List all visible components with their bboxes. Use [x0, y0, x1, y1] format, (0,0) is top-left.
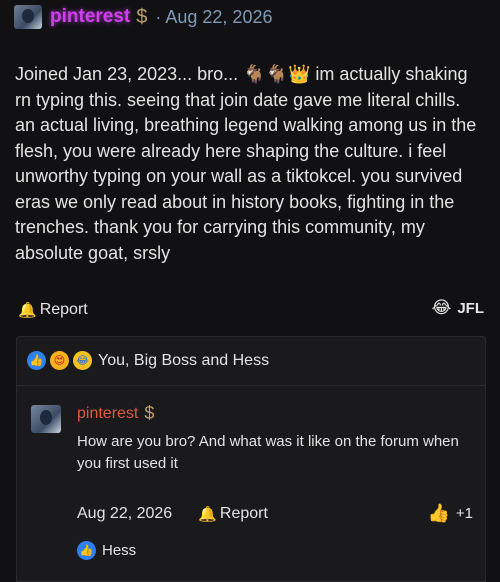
reply-actions: Aug 22, 2026 🔔 Report 👍 +1 — [77, 503, 473, 525]
reaction-label: JFL — [457, 299, 484, 317]
reply-author-name[interactable]: pinterest — [77, 405, 138, 423]
reply-like-button[interactable]: 👍 +1 — [427, 503, 473, 524]
reactions-bar[interactable]: 👍 😍 😂 You, Big Boss and Hess — [27, 351, 269, 370]
reply-report-link[interactable]: 🔔 Report — [198, 505, 268, 523]
reply-date[interactable]: Aug 22, 2026 — [77, 505, 172, 523]
replies-panel: 👍 😍 😂 You, Big Boss and Hess pinterest $… — [16, 336, 486, 582]
reply-reactions[interactable]: 👍 Hess — [77, 541, 136, 560]
divider — [17, 385, 485, 386]
reply-avatar[interactable] — [31, 405, 61, 433]
reply-liked-by: Hess — [102, 542, 137, 559]
post-author-name[interactable]: pinterest — [50, 6, 130, 28]
post-text-start: Joined Jan 23, 2023... bro... — [15, 64, 244, 84]
dollar-icon: $ — [136, 5, 148, 28]
thumbs-up-icon: 👍 — [427, 503, 450, 524]
post-header: pinterest $ · Aug 22, 2026 — [14, 4, 272, 30]
post-actions: 🔔 Report 😂 JFL — [18, 298, 488, 322]
reaction-tag[interactable]: 😂 JFL — [431, 298, 484, 318]
report-link[interactable]: Report — [40, 301, 88, 319]
dollar-icon: $ — [144, 403, 155, 423]
bell-icon[interactable]: 🔔 — [18, 301, 37, 319]
bell-icon: 🔔 — [198, 505, 217, 523]
reply-report-label: Report — [219, 505, 268, 522]
like-reaction-icon: 👍 — [77, 541, 96, 560]
joy-emoji-icon: 😂 — [431, 298, 452, 318]
goat-crown-emoji: 🐐🐐👑 — [243, 64, 311, 85]
post-date[interactable]: Aug 22, 2026 — [165, 7, 272, 28]
reply-text: How are you bro? And what was it like on… — [77, 433, 459, 472]
reply-header: pinterest $ — [77, 403, 154, 424]
post-text-rest: im actually shaking rn typing this. seei… — [15, 64, 477, 263]
like-reaction-icon: 👍 — [27, 351, 46, 370]
post-body: Joined Jan 23, 2023... bro... 🐐🐐👑 im act… — [15, 62, 485, 266]
avatar[interactable] — [14, 5, 42, 29]
reactors-list[interactable]: You, Big Boss and Hess — [98, 352, 269, 370]
reply-like-count: +1 — [455, 505, 473, 522]
joy-reaction-icon: 😂 — [73, 351, 92, 370]
heart-eyes-reaction-icon: 😍 — [50, 351, 69, 370]
separator-dot: · — [155, 6, 162, 27]
